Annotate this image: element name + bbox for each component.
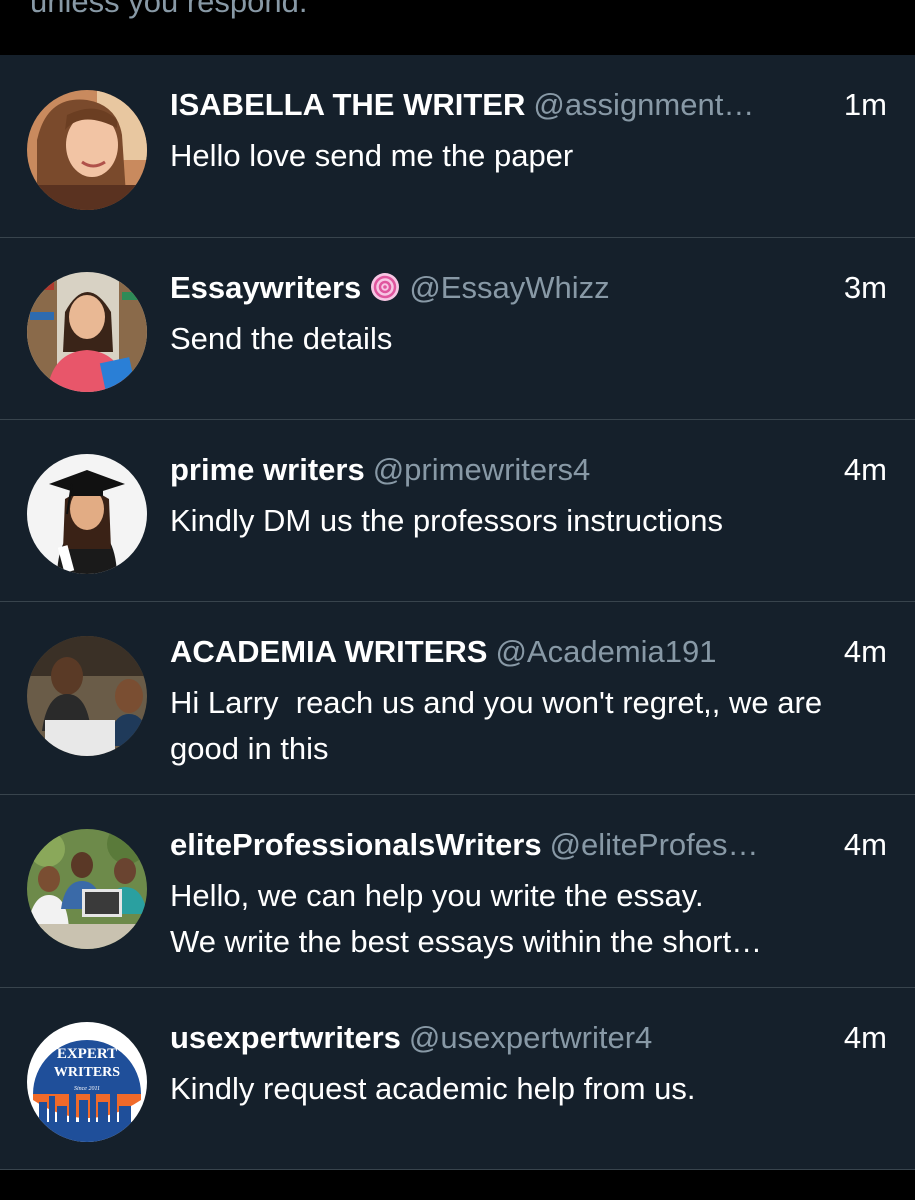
students-laptop-avatar[interactable]: [27, 636, 147, 756]
timestamp: 4m: [843, 827, 887, 862]
graduate-cap-avatar[interactable]: [27, 454, 147, 574]
timestamp: 4m: [843, 634, 887, 669]
pink-swirl-emoji-icon: [369, 271, 401, 308]
message-preview: Send the details: [170, 321, 393, 356]
logo-text-expert: EXPERT: [57, 1046, 117, 1062]
name-line: ACADEMIA WRITERS @Academia191: [170, 632, 815, 672]
logo-text-since: Since 2011: [74, 1086, 100, 1092]
student-with-books-avatar[interactable]: [27, 272, 147, 392]
bottom-edge: [0, 1170, 915, 1200]
message-preview: Hello, we can help you write the essay. …: [170, 878, 763, 959]
display-name: prime writers: [170, 452, 365, 487]
conversation-row[interactable]: EXPERT WRITERS Since 2011 usexpertwriter…: [0, 988, 915, 1170]
name-line: Essaywriters @EssayWhizz: [170, 268, 815, 308]
user-handle: @EssayWhizz: [409, 270, 610, 305]
name-line: usexpertwriters @usexpertwriter4: [170, 1018, 815, 1058]
woman-selfie-avatar[interactable]: [27, 90, 147, 210]
conversation-row[interactable]: ISABELLA THE WRITER @assignment… 1m Hello…: [0, 55, 915, 238]
user-handle: @usexpertwriter4: [408, 1020, 653, 1055]
message-preview: Kindly DM us the professors instructions: [170, 503, 724, 538]
user-handle: @Academia191: [495, 634, 717, 669]
user-handle: @primewriters4: [372, 452, 591, 487]
timestamp: 4m: [843, 452, 887, 487]
timestamp: 4m: [843, 1020, 887, 1055]
timestamp: 3m: [843, 270, 887, 305]
name-line: ISABELLA THE WRITER @assignment…: [170, 85, 815, 125]
notice-banner: unless you respond.: [0, 0, 915, 55]
notice-text: unless you respond.: [30, 0, 308, 19]
display-name: Essaywriters: [170, 270, 362, 305]
display-name: usexpertwriters: [170, 1020, 401, 1055]
user-handle: @assignment…: [533, 87, 755, 122]
timestamp: 1m: [843, 87, 887, 122]
message-preview: Kindly request academic help from us.: [170, 1071, 696, 1106]
dm-inbox-screen: unless you respond. ISABELLA THE WRITER @…: [0, 0, 915, 1200]
conversation-row[interactable]: eliteProfessionalsWriters @eliteProfes… 4…: [0, 795, 915, 988]
name-line: eliteProfessionalsWriters @eliteProfes…: [170, 825, 815, 865]
expert-writers-logo[interactable]: EXPERT WRITERS Since 2011: [27, 1022, 147, 1142]
message-preview: Hello love send me the paper: [170, 138, 574, 173]
display-name: ISABELLA THE WRITER: [170, 87, 526, 122]
display-name: ACADEMIA WRITERS: [170, 634, 488, 669]
conversation-row[interactable]: Essaywriters @EssayWhizz 3m Send the deta…: [0, 238, 915, 420]
name-line: prime writers @primewriters4: [170, 450, 815, 490]
logo-text-writers: WRITERS: [54, 1065, 120, 1080]
display-name: eliteProfessionalsWriters: [170, 827, 542, 862]
conversation-list[interactable]: ISABELLA THE WRITER @assignment… 1m Hello…: [0, 55, 915, 1170]
user-handle: @eliteProfes…: [549, 827, 759, 862]
group-study-avatar[interactable]: [27, 829, 147, 949]
conversation-row[interactable]: prime writers @primewriters4 4m Kindly DM…: [0, 420, 915, 602]
message-preview: Hi Larry reach us and you won't regret,,…: [170, 685, 840, 766]
conversation-row[interactable]: ACADEMIA WRITERS @Academia191 4m Hi Larry…: [0, 602, 915, 795]
